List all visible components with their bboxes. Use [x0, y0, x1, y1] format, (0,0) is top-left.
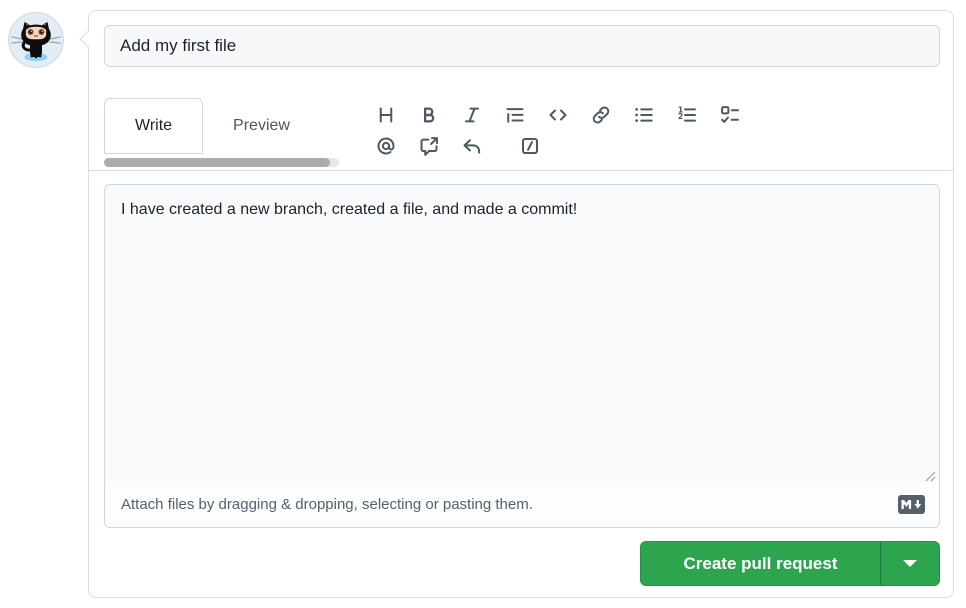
- octocat-illustration: [8, 12, 64, 68]
- list-unordered-icon: [634, 105, 654, 125]
- markdown-icon: [898, 495, 925, 514]
- tab-write[interactable]: Write: [104, 98, 203, 154]
- italic-icon: [462, 105, 482, 125]
- italic-button[interactable]: [462, 105, 482, 125]
- chevron-down-icon: [903, 560, 917, 567]
- slash-commands-icon: [520, 136, 540, 156]
- pr-comment-card: Write Preview: [88, 10, 954, 598]
- tab-preview[interactable]: Preview: [203, 98, 320, 154]
- list-ordered-icon: 12: [677, 105, 697, 125]
- bold-icon: [419, 105, 439, 125]
- reply-icon: [462, 136, 482, 156]
- editor-header: Write Preview: [89, 98, 953, 171]
- toolbar-row-2: [376, 130, 740, 161]
- list-unordered-button[interactable]: [634, 105, 654, 125]
- create-pr-options-dropdown[interactable]: [880, 541, 940, 586]
- quote-icon: [505, 105, 525, 125]
- pr-body-textarea[interactable]: I have created a new branch, created a f…: [105, 185, 939, 483]
- heading-button[interactable]: [376, 105, 396, 125]
- mention-button[interactable]: [376, 136, 396, 156]
- link-icon: [591, 105, 611, 125]
- code-icon: [548, 105, 568, 125]
- tasklist-icon: [720, 105, 740, 125]
- markdown-supported-button[interactable]: [898, 495, 925, 514]
- octocat-avatar: [8, 12, 64, 68]
- code-button[interactable]: [548, 105, 568, 125]
- reply-button[interactable]: [462, 136, 482, 156]
- cross-reference-button[interactable]: [419, 136, 439, 156]
- markdown-toolbar: 12: [376, 99, 740, 161]
- tabs-horizontal-scrollbar[interactable]: [104, 158, 339, 167]
- pr-title-input[interactable]: [104, 25, 940, 67]
- slash-commands-button[interactable]: [520, 136, 540, 156]
- form-actions: Create pull request: [640, 541, 940, 586]
- quote-button[interactable]: [505, 105, 525, 125]
- tasklist-button[interactable]: [720, 105, 740, 125]
- link-button[interactable]: [591, 105, 611, 125]
- list-ordered-button[interactable]: 12: [677, 105, 697, 125]
- cross-reference-icon: [419, 136, 439, 156]
- svg-text:2: 2: [678, 112, 684, 121]
- scrollbar-thumb[interactable]: [104, 158, 330, 167]
- bold-button[interactable]: [419, 105, 439, 125]
- new-pull-request-form: Write Preview: [0, 0, 966, 608]
- heading-icon: [376, 105, 396, 125]
- comment-editor: I have created a new branch, created a f…: [104, 184, 940, 528]
- resize-handle-icon[interactable]: [924, 470, 936, 482]
- editor-tabs: Write Preview: [104, 98, 320, 154]
- editor-footer: Attach files by dragging & dropping, sel…: [105, 482, 939, 527]
- toolbar-row-1: 12: [376, 99, 740, 130]
- create-pull-request-button[interactable]: Create pull request: [640, 541, 880, 586]
- attach-files-hint: Attach files by dragging & dropping, sel…: [121, 496, 533, 513]
- speech-bubble-caret: [80, 31, 97, 48]
- mention-icon: [376, 136, 396, 156]
